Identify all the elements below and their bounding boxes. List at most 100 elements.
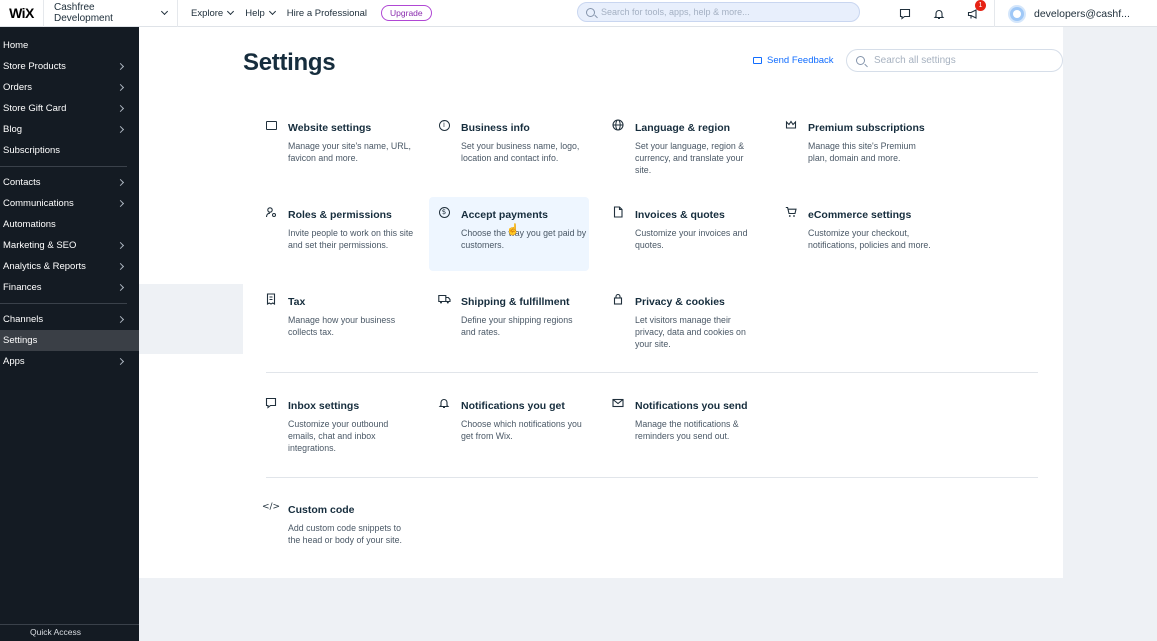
hire-label: Hire a Professional: [286, 7, 368, 19]
card-title: Roles & permissions: [288, 209, 392, 221]
code-icon: </>: [261, 502, 281, 512]
card-business-info[interactable]: i Business info Set your business name, …: [429, 110, 589, 184]
global-search-input[interactable]: Search for tools, apps, help & more...: [577, 2, 860, 22]
card-ecommerce-settings[interactable]: eCommerce settings Customize your checko…: [776, 197, 936, 271]
sidebar-item-contacts[interactable]: Contacts: [0, 172, 139, 193]
wix-logo[interactable]: WiX: [0, 0, 44, 27]
envelope-icon: [611, 396, 625, 410]
card-description: Manage how your business collects tax.: [288, 315, 396, 337]
help-menu[interactable]: Help: [245, 7, 276, 19]
card-language-region[interactable]: Language & region Set your language, reg…: [603, 110, 763, 184]
send-feedback-link[interactable]: Send Feedback: [753, 55, 834, 66]
chevron-down-icon: [160, 7, 169, 16]
avatar: [1008, 4, 1026, 23]
sidebar-item-marketing-seo[interactable]: Marketing & SEO: [0, 235, 139, 256]
sidebar-item-channels[interactable]: Channels: [0, 309, 139, 330]
sidebar-item-label: Finances: [3, 282, 42, 293]
sidebar-item-analytics-reports[interactable]: Analytics & Reports: [0, 256, 139, 277]
card-description: Choose the way you get paid by customers…: [461, 228, 587, 250]
cart-icon: [784, 205, 798, 219]
help-label: Help: [245, 7, 265, 19]
card-website-settings[interactable]: Website settings Manage your site's name…: [256, 110, 416, 184]
chat-icon: [899, 8, 911, 20]
card-notifications-you-send[interactable]: Notifications you send Manage the notifi…: [603, 388, 763, 462]
sidebar-item-label: Contacts: [3, 177, 41, 188]
card-inbox-settings[interactable]: Inbox settings Customize your outbound e…: [256, 388, 416, 462]
sidebar-item-store-gift-card[interactable]: Store Gift Card: [0, 98, 139, 119]
card-title: Premium subscriptions: [808, 122, 925, 134]
chevron-right-icon: [116, 199, 125, 208]
sidebar-item-label: Communications: [3, 198, 74, 209]
card-tax[interactable]: Tax Manage how your business collects ta…: [256, 284, 416, 358]
sidebar-item-label: Marketing & SEO: [3, 240, 77, 251]
sidebar-item-orders[interactable]: Orders: [0, 77, 139, 98]
card-description: Define your shipping regions and rates.: [461, 315, 573, 337]
sidebar-item-label: Store Gift Card: [3, 103, 67, 114]
hire-professional-link[interactable]: Hire a Professional: [287, 8, 367, 19]
explore-menu[interactable]: Explore: [191, 7, 235, 19]
feedback-label: Send Feedback: [767, 55, 834, 66]
chevron-right-icon: [116, 83, 125, 92]
card-description: Set your business name, logo, location a…: [461, 141, 580, 163]
card-description: Manage the notifications & reminders you…: [635, 419, 739, 441]
card-description: Manage your site's name, URL, favicon an…: [288, 141, 411, 163]
site-switcher[interactable]: Cashfree Development: [44, 0, 178, 27]
chevron-down-icon: [268, 7, 276, 16]
sidebar-item-label: Orders: [3, 82, 33, 93]
bell-icon: [933, 9, 945, 19]
sidebar-item-apps[interactable]: Apps: [0, 351, 139, 372]
sidebar-item-label: Settings: [3, 335, 38, 346]
bell-icon: [437, 396, 451, 410]
settings-search-input[interactable]: Search all settings: [846, 49, 1063, 72]
sidebar-item-store-products[interactable]: Store Products: [0, 56, 139, 77]
chevron-right-icon: [116, 62, 125, 71]
account-menu[interactable]: developers@cashf...: [1008, 0, 1130, 27]
top-icons: 1: [888, 0, 995, 27]
sidebar-item-home[interactable]: Home: [0, 35, 139, 56]
hover-highlight: [139, 284, 243, 354]
card-privacy-cookies[interactable]: Privacy & cookies Let visitors manage th…: [603, 284, 763, 358]
explore-label: Explore: [191, 7, 224, 19]
divider: [994, 0, 995, 27]
card-custom-code[interactable]: </> Custom code Add custom code snippets…: [256, 492, 416, 566]
sidebar-item-label: Apps: [3, 356, 25, 367]
sidebar-item-settings[interactable]: Settings: [0, 330, 139, 351]
card-description: Invite people to work on this site and s…: [288, 228, 414, 250]
upgrade-button[interactable]: Upgrade: [381, 5, 432, 21]
sidebar-item-communications[interactable]: Communications: [0, 193, 139, 214]
card-title: Accept payments: [461, 209, 548, 221]
sidebar-item-label: Home: [3, 40, 29, 51]
sidebar-item-subscriptions[interactable]: Subscriptions: [0, 140, 139, 161]
settings-search-placeholder: Search all settings: [874, 55, 956, 66]
card-premium-subscriptions[interactable]: Premium subscriptions Manage this site's…: [776, 110, 936, 184]
card-title: Shipping & fulfillment: [461, 296, 570, 308]
notifications-button[interactable]: [922, 0, 956, 27]
sidebar-item-label: Blog: [3, 124, 23, 135]
inbox-button[interactable]: [888, 0, 922, 27]
sidebar-item-label: Automations: [3, 219, 56, 230]
sidebar-item-automations[interactable]: Automations: [0, 214, 139, 235]
card-invoices-quotes[interactable]: Invoices & quotes Customize your invoice…: [603, 197, 763, 271]
card-shipping-fulfillment[interactable]: Shipping & fulfillment Define your shipp…: [429, 284, 589, 358]
card-description: Add custom code snippets to the head or …: [288, 523, 402, 545]
browser-icon: [264, 118, 278, 132]
card-description: Let visitors manage their privacy, data …: [635, 315, 746, 349]
sidebar-item-blog[interactable]: Blog: [0, 119, 139, 140]
card-description: Choose which notifications you get from …: [461, 419, 582, 441]
quick-access-button[interactable]: Quick Access: [0, 624, 139, 641]
section-divider: [266, 372, 1038, 373]
card-title: Notifications you send: [635, 400, 748, 412]
sidebar: Home Store Products Orders Store Gift Ca…: [0, 27, 139, 641]
card-notifications-you-get[interactable]: Notifications you get Choose which notif…: [429, 388, 589, 462]
announcements-button[interactable]: 1: [956, 0, 990, 27]
sidebar-item-finances[interactable]: Finances: [0, 277, 139, 298]
sidebar-item-label: Channels: [3, 314, 44, 325]
chevron-right-icon: [116, 262, 125, 271]
chevron-right-icon: [116, 241, 125, 250]
chevron-right-icon: [116, 178, 125, 187]
notification-badge: 1: [975, 0, 986, 11]
page-title: Settings: [243, 49, 336, 76]
sidebar-item-label: Analytics & Reports: [3, 261, 86, 272]
card-roles-permissions[interactable]: Roles & permissions Invite people to wor…: [256, 197, 416, 271]
quick-access-label: Quick Access: [30, 627, 82, 637]
